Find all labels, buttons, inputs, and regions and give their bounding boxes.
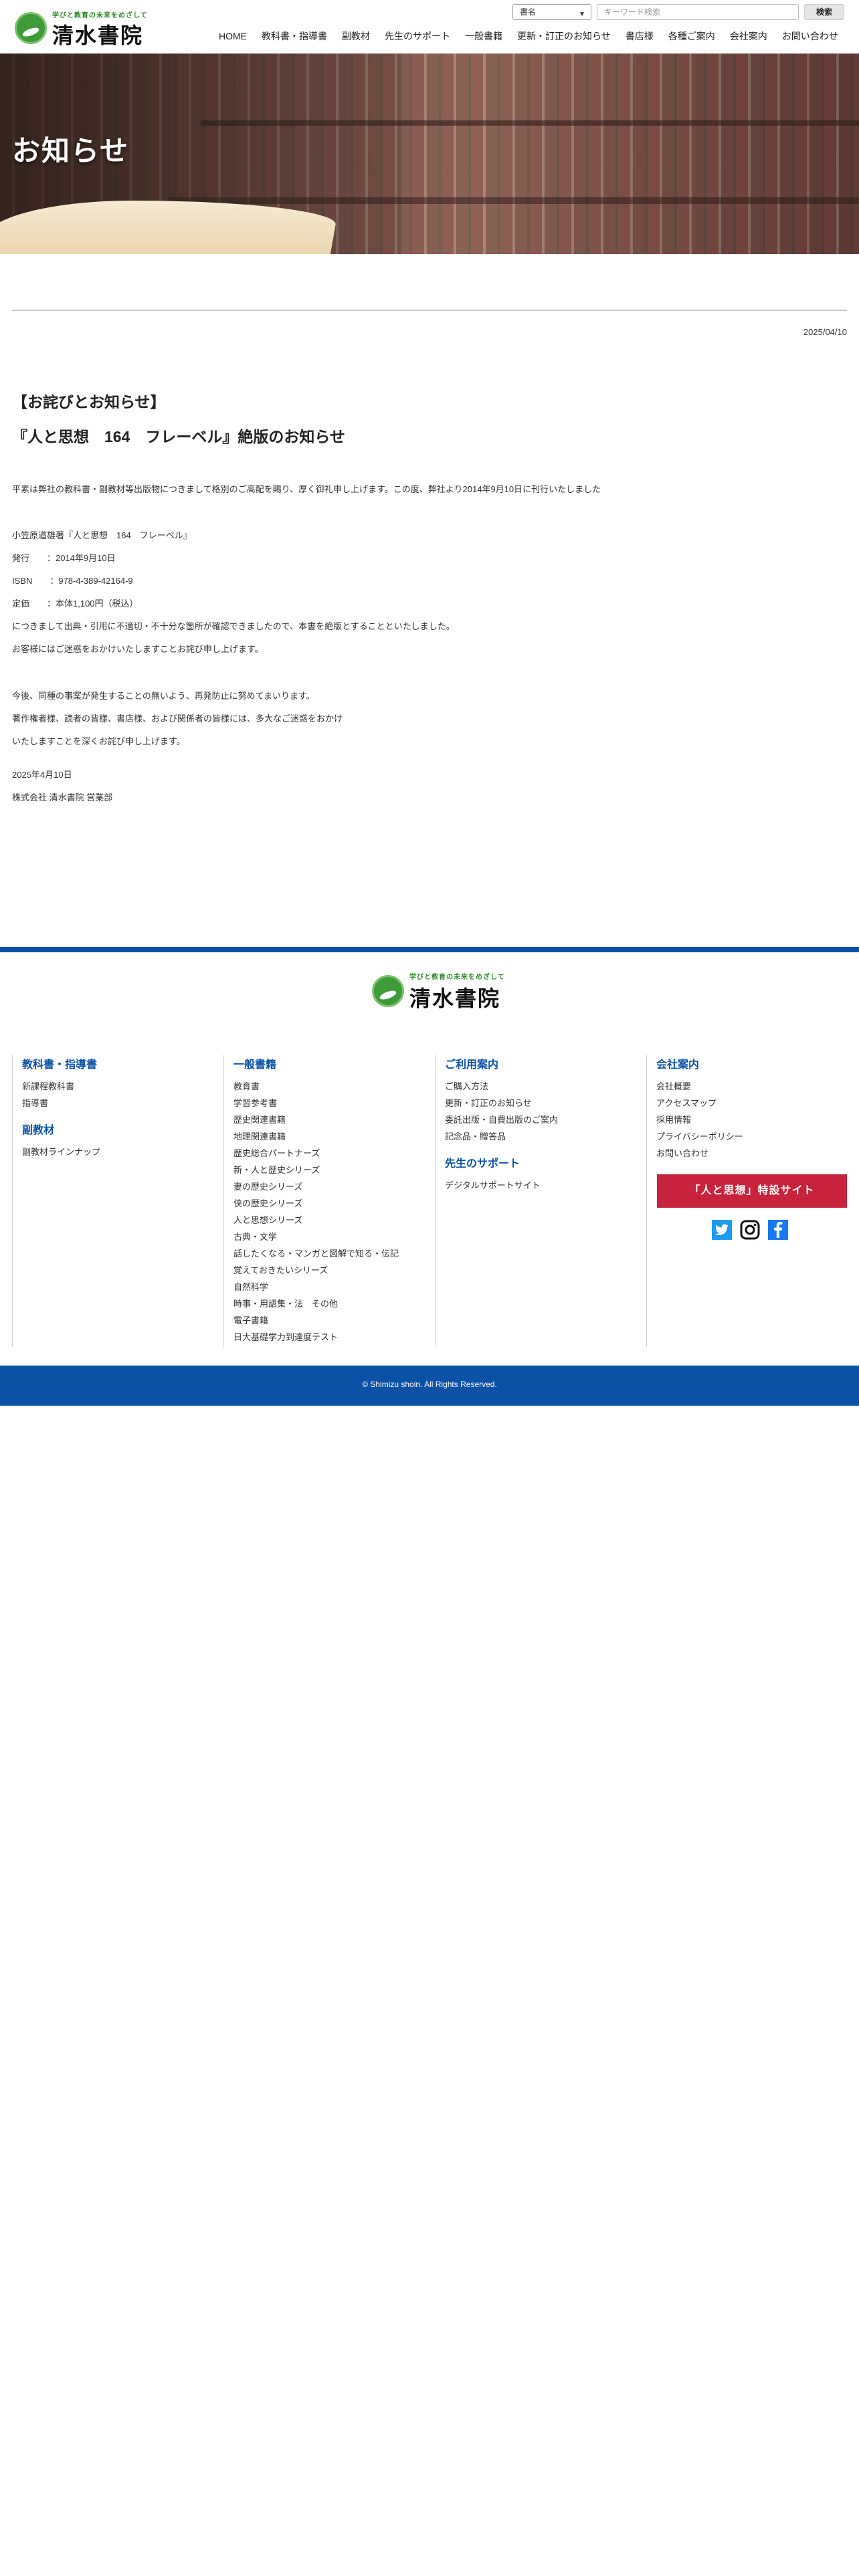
logo-name: 清水書院: [52, 23, 144, 48]
footer-link[interactable]: 歴史関連書籍: [233, 1111, 424, 1128]
facebook-icon[interactable]: [768, 1220, 788, 1240]
footer-column-guide: ご利用案内 ご購入方法 更新・訂正のお知らせ 委託出版・自費出版のご案内 記念品…: [435, 1055, 636, 1347]
nav-textbooks[interactable]: 教科書・指導書: [254, 29, 335, 43]
footer-link[interactable]: 教育書: [233, 1078, 424, 1095]
sns-links: [712, 1220, 788, 1240]
copyright-text: © Shimizu shoin. All Rights Reserved.: [362, 1380, 497, 1389]
divider: [12, 310, 847, 311]
main-nav: HOME 教科書・指導書 副教材 先生のサポート 一般書籍 更新・訂正のお知らせ…: [211, 29, 846, 43]
footer-logo-tagline: 学びと教育の未来をめざして: [409, 974, 505, 981]
footer-link[interactable]: 覚えておきたいシリーズ: [233, 1262, 424, 1279]
footer-link[interactable]: 古典・文学: [233, 1228, 424, 1245]
footer-link[interactable]: アクセスマップ: [656, 1095, 847, 1111]
twitter-icon[interactable]: [712, 1220, 732, 1240]
article-sign-date: 2025年4月10日: [12, 770, 72, 780]
article-sign-company: 株式会社 清水書院 営業部: [12, 792, 113, 802]
logo-emblem-icon: [15, 12, 47, 44]
footer-link[interactable]: プライバシーポリシー: [656, 1128, 847, 1145]
hero-banner: お知らせ: [0, 53, 859, 254]
logo-emblem-icon: [372, 975, 404, 1007]
footer-link[interactable]: 新課程教科書: [22, 1078, 213, 1095]
article-apology: お客様にはご迷惑をおかけいたしますことお詫び申し上げます。: [12, 644, 264, 654]
footer-link[interactable]: デジタルサポートサイト: [445, 1177, 636, 1194]
footer-link[interactable]: お問い合わせ: [656, 1145, 847, 1162]
jinbutsu-special-site-button[interactable]: 「人と思想」特設サイト: [657, 1174, 847, 1208]
footer-logo[interactable]: 学びと教育の未来をめざして 清水書院: [372, 971, 504, 1011]
article-intro: 平素は弊社の教科書・副教材等出版物につきまして格別のご高配を賜り、厚く御礼申し上…: [12, 484, 601, 494]
article-isbn: ISBN ：978-4-389-42164-9: [12, 576, 133, 586]
footer-link[interactable]: 記念品・贈答品: [445, 1128, 636, 1145]
nav-supplementary[interactable]: 副教材: [335, 29, 377, 43]
footer-column-general-books: 一般書籍 教育書 学習参考書 歴史関連書籍 地理関連書籍 歴史総合パートナーズ …: [223, 1055, 424, 1347]
footer-heading[interactable]: 教科書・指導書: [22, 1055, 213, 1071]
search-category-value: 書名: [520, 7, 537, 17]
article-prevention: 今後、同種の事案が発生することの無いよう、再発防止に努めてまいります。: [12, 691, 315, 701]
site-header: 学びと教育の未来をめざして 清水書院 書名 ▼ 検索 HOME 教科書・指導書 …: [0, 0, 859, 53]
footer-heading[interactable]: 先生のサポート: [445, 1154, 636, 1170]
footer-link[interactable]: 侠の歴史シリーズ: [233, 1195, 424, 1212]
footer-logo-name: 清水書院: [409, 986, 501, 1011]
nav-general-books[interactable]: 一般書籍: [458, 29, 510, 43]
footer-link[interactable]: 妻の歴史シリーズ: [233, 1178, 424, 1195]
footer-link[interactable]: 地理関連書籍: [233, 1128, 424, 1145]
footer-heading[interactable]: ご利用案内: [445, 1055, 636, 1071]
nav-home[interactable]: HOME: [211, 29, 254, 43]
article-book: 小笠原道雄著『人と思想 164 フレーベル』: [12, 530, 192, 540]
open-book-image: [0, 187, 340, 254]
page-title: お知らせ: [12, 135, 130, 167]
chevron-down-icon: ▼: [579, 11, 585, 18]
search-category-select[interactable]: 書名 ▼: [512, 4, 591, 20]
article-date: 2025/04/10: [803, 327, 847, 337]
nav-guides[interactable]: 各種ご案内: [661, 29, 723, 43]
footer-link[interactable]: 学習参考書: [233, 1095, 424, 1111]
footer-link[interactable]: 指導書: [22, 1095, 213, 1111]
article-issue: 発行 ：2014年9月10日: [12, 553, 116, 563]
article-closing-2: いたしますことを深くお詫び申し上げます。: [12, 736, 185, 746]
nav-teacher-support[interactable]: 先生のサポート: [377, 29, 458, 43]
footer-heading[interactable]: 一般書籍: [233, 1055, 424, 1071]
article-closing-1: 著作権者様、読者の皆様、書店様、および関係者の皆様には、多大なご迷惑をおかけ: [12, 714, 343, 724]
instagram-icon[interactable]: [740, 1220, 760, 1240]
footer-link[interactable]: 更新・訂正のお知らせ: [445, 1095, 636, 1111]
footer-link[interactable]: 自然科学: [233, 1279, 424, 1295]
nav-contact[interactable]: お問い合わせ: [775, 29, 846, 43]
article-reason: につきまして出典・引用に不適切・不十分な箇所が確認できましたので、本書を絶版とす…: [12, 621, 455, 631]
footer-link[interactable]: 採用情報: [656, 1111, 847, 1128]
footer-link[interactable]: 電子書籍: [233, 1312, 424, 1329]
footer-link[interactable]: 話したくなる・マンガと図解で知る・伝記: [233, 1245, 424, 1262]
search-input[interactable]: [597, 4, 799, 20]
nav-updates[interactable]: 更新・訂正のお知らせ: [510, 29, 618, 43]
footer-heading[interactable]: 副教材: [22, 1121, 213, 1137]
nav-company[interactable]: 会社案内: [723, 29, 775, 43]
article-price: 定価 ：本体1,100円（税込）: [12, 599, 138, 609]
footer-link[interactable]: 人と思想シリーズ: [233, 1212, 424, 1228]
site-logo[interactable]: 学びと教育の未来をめざして 清水書院: [15, 9, 147, 48]
logo-tagline: 学びと教育の未来をめざして: [52, 12, 148, 19]
article-title-line2: 『人と思想 164 フレーベル』絶版のお知らせ: [12, 428, 345, 445]
footer-heading[interactable]: 会社案内: [656, 1055, 847, 1071]
search-button[interactable]: 検索: [804, 4, 844, 20]
footer-link[interactable]: 委託出版・自費出版のご案内: [445, 1111, 636, 1128]
copyright-bar: © Shimizu shoin. All Rights Reserved.: [0, 1366, 859, 1406]
footer-link[interactable]: 歴史総合パートナーズ: [233, 1145, 424, 1162]
footer-link[interactable]: 時事・用語集・法 その他: [233, 1295, 424, 1312]
footer-link[interactable]: 日大基礎学力到達度テスト: [233, 1329, 424, 1346]
footer-column-textbooks: 教科書・指導書 新課程教科書 指導書 副教材 副教材ラインナップ: [12, 1055, 213, 1347]
footer-link[interactable]: 新・人と歴史シリーズ: [233, 1162, 424, 1178]
footer-link[interactable]: 会社概要: [656, 1078, 847, 1095]
footer-top-bar: [0, 947, 859, 952]
footer-link[interactable]: ご購入方法: [445, 1078, 636, 1095]
nav-bookstores[interactable]: 書店様: [618, 29, 661, 43]
footer-link[interactable]: 副教材ラインナップ: [22, 1144, 213, 1160]
article-title-line1: 【お詫びとお知らせ】: [12, 393, 166, 411]
